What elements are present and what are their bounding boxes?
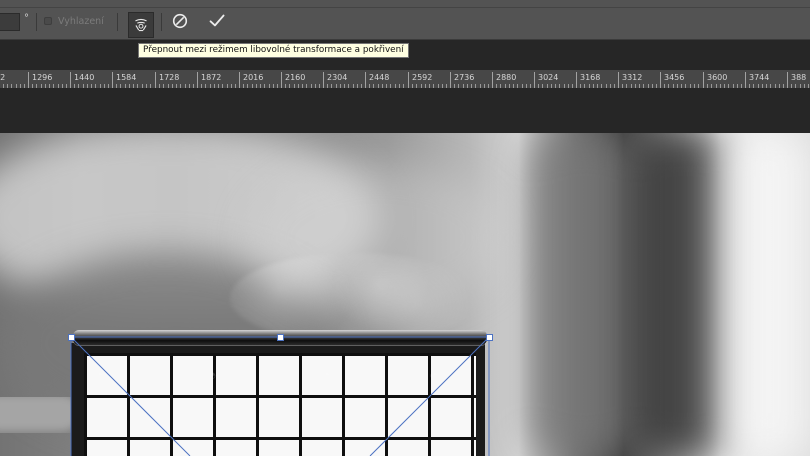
- ruler-label: 2880: [496, 73, 517, 82]
- options-bar-divider: [0, 7, 810, 8]
- ruler-major-tick: [408, 72, 409, 88]
- transform-handle-top-left[interactable]: [68, 334, 75, 341]
- ruler-label: 2016: [243, 73, 264, 82]
- ruler-label: 1584: [116, 73, 137, 82]
- ruler-label: 2592: [412, 73, 433, 82]
- blurred-background-region: [720, 133, 810, 456]
- watermark-mark: ◔: [94, 370, 103, 382]
- watermark-mark: ◔: [321, 370, 330, 382]
- watermark-mark: ◔: [429, 370, 438, 382]
- ruler-major-tick: [323, 72, 324, 88]
- ruler-label: 3024: [538, 73, 559, 82]
- ruler-label: 3600: [707, 73, 728, 82]
- options-separator: [161, 13, 162, 31]
- ruler-major-tick: [660, 72, 661, 88]
- watermark-mark: ◔: [207, 370, 216, 382]
- horizontal-ruler: 152 1296 1440 1584 1728 1872 2016 2160 2304 2448 2…: [0, 70, 810, 88]
- cancel-transform-button[interactable]: [171, 12, 189, 30]
- ruler-major-tick: [703, 72, 704, 88]
- options-bar: ° Vyhlazení: [0, 0, 810, 40]
- ruler-major-tick: [492, 72, 493, 88]
- ruler-label: 152: [0, 73, 6, 82]
- ruler-label: 1440: [74, 73, 95, 82]
- ruler-major-tick: [281, 72, 282, 88]
- transform-handle-top-middle[interactable]: [277, 334, 284, 341]
- cancel-icon: [172, 13, 188, 29]
- ruler-major-tick: [534, 72, 535, 88]
- ruler-label: 2304: [327, 73, 348, 82]
- ruler-major-tick: [745, 72, 746, 88]
- blurred-background-region: [530, 133, 640, 456]
- ruler-label: 3168: [580, 73, 601, 82]
- ruler-label: 1728: [159, 73, 180, 82]
- angle-input[interactable]: [0, 13, 20, 31]
- antialias-label: Vyhlazení: [58, 16, 104, 27]
- ruler-major-tick: [450, 72, 451, 88]
- antialias-checkbox[interactable]: [44, 17, 52, 25]
- ruler-label: 3312: [622, 73, 643, 82]
- ruler-major-tick: [787, 72, 788, 88]
- degree-symbol: °: [24, 13, 29, 24]
- warp-transform-icon: [135, 18, 147, 32]
- checkmark-icon: [209, 14, 225, 27]
- blurred-background-region: [640, 133, 730, 456]
- options-separator: [117, 13, 118, 31]
- ruler-major-tick: [155, 72, 156, 88]
- ruler-label: 2448: [369, 73, 390, 82]
- options-separator: [36, 13, 37, 31]
- ruler-label: 2736: [454, 73, 475, 82]
- transform-handle-top-right[interactable]: [486, 334, 493, 341]
- ruler-major-tick: [618, 72, 619, 88]
- ruler-label: 2160: [285, 73, 306, 82]
- document-canvas[interactable]: ◔ ◔ ◔ ◔: [0, 133, 810, 456]
- warp-mode-button[interactable]: [128, 12, 154, 38]
- grid-texture-layer[interactable]: [84, 353, 476, 456]
- workspace-band: [0, 88, 810, 133]
- ruler-label: 1296: [32, 73, 53, 82]
- ruler-label: 3456: [664, 73, 685, 82]
- ruler-major-tick: [239, 72, 240, 88]
- photoshop-window: ° Vyhlazení Přepnout mezi režimem libovo…: [0, 0, 810, 456]
- ruler-label: 388: [791, 73, 807, 82]
- ruler-label: 1872: [201, 73, 222, 82]
- ruler-label: 3744: [749, 73, 770, 82]
- ruler-major-tick: [70, 72, 71, 88]
- ruler-major-tick: [28, 72, 29, 88]
- ruler-major-tick: [112, 72, 113, 88]
- ruler-major-tick: [197, 72, 198, 88]
- commit-transform-button[interactable]: [208, 12, 226, 30]
- ruler-major-tick: [365, 72, 366, 88]
- warp-mode-tooltip: Přepnout mezi režimem libovolné transfor…: [138, 43, 409, 58]
- ruler-major-tick: [576, 72, 577, 88]
